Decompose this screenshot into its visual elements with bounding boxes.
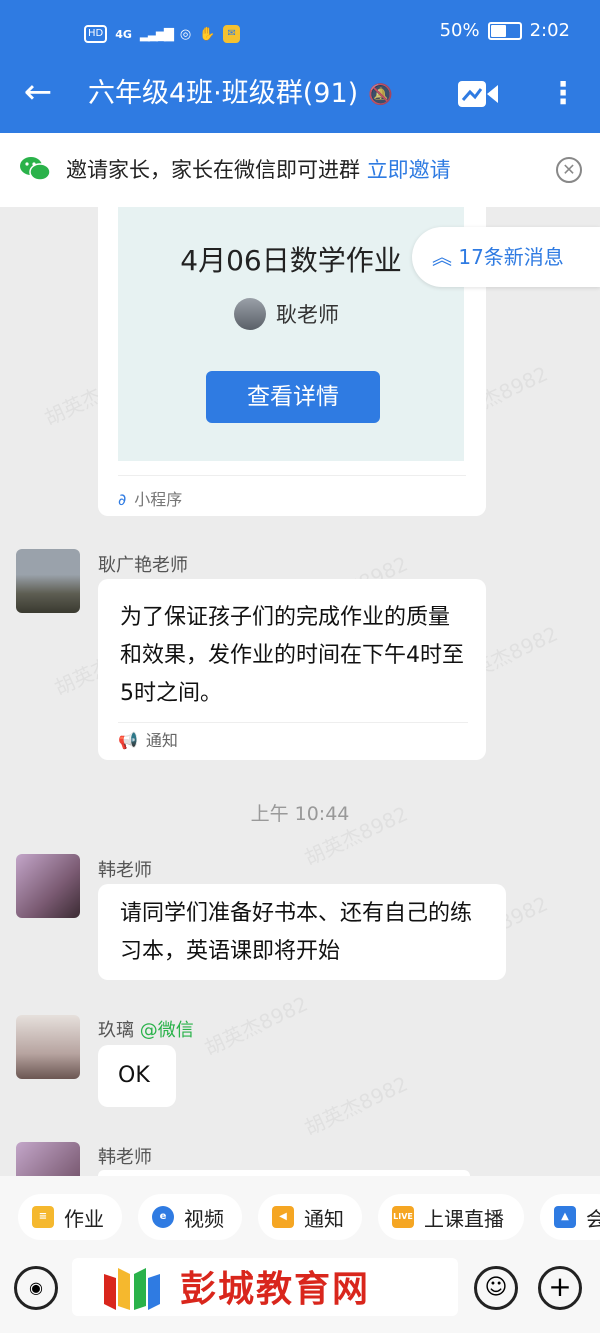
shortcut-label: 视频 bbox=[184, 1206, 224, 1231]
teacher-name: 耿老师 bbox=[276, 303, 339, 327]
status-bar-left: HD 4G ▂▃▅▇ ◎ ✋ ✉ bbox=[84, 22, 240, 46]
wechat-icon bbox=[20, 157, 50, 181]
close-icon[interactable]: ✕ bbox=[556, 157, 582, 183]
sender-name: 韩老师 bbox=[98, 1147, 152, 1168]
teacher-avatar bbox=[234, 298, 266, 330]
status-bar-right: 50% 2:02 bbox=[440, 20, 570, 41]
wechat-source-tag: @微信 bbox=[139, 1020, 194, 1041]
voice-input-icon[interactable]: ◉ bbox=[14, 1266, 58, 1310]
view-details-button[interactable]: 查看详情 bbox=[206, 371, 380, 423]
meeting-icon: ▲ bbox=[554, 1206, 576, 1228]
message-text: 为了保证孩子们的完成作业的质量和效果，发作业的时间在下午4时至5时之间。 bbox=[120, 605, 464, 706]
hd-badge: HD bbox=[84, 25, 108, 43]
battery-icon bbox=[487, 21, 522, 40]
shortcut-bar: ≡ 作业 e 视频 ◀ 通知 LIVE 上课直播 ▲ 会 bbox=[0, 1176, 600, 1258]
shortcut-notice[interactable]: ◀ 通知 bbox=[258, 1194, 362, 1240]
message-bubble[interactable]: 请同学们准备好书本、还有自己的练习本，英语课即将开始 bbox=[98, 884, 506, 980]
miniprogram-footer: ∂ 小程序 bbox=[118, 475, 466, 510]
message-text: 请同学们准备好书本、还有自己的练习本，英语课即将开始 bbox=[120, 901, 473, 964]
megaphone-icon: ◀ bbox=[272, 1206, 294, 1228]
time-divider: 上午 10:44 bbox=[250, 803, 350, 825]
shortcut-label: 作业 bbox=[64, 1206, 104, 1231]
video-camera-icon[interactable] bbox=[458, 81, 498, 107]
megaphone-icon: 📢 bbox=[118, 731, 138, 750]
shortcut-homework[interactable]: ≡ 作业 bbox=[18, 1194, 122, 1240]
video-icon: e bbox=[152, 1206, 174, 1228]
watermark: 胡英杰8982 bbox=[300, 1071, 412, 1141]
shortcut-label: 上课直播 bbox=[424, 1206, 504, 1231]
network-label: 4G bbox=[115, 27, 132, 41]
link-icon: ∂ bbox=[118, 490, 127, 509]
shortcut-label: 会 bbox=[586, 1206, 600, 1231]
new-messages-pill[interactable]: ︽ 17条新消息 bbox=[412, 227, 600, 287]
live-icon: LIVE bbox=[392, 1206, 414, 1228]
book-logo-icon bbox=[104, 1268, 160, 1310]
mail-icon: ✉ bbox=[223, 25, 240, 43]
miniprogram-preview: 4月06日数学作业 耿老师 查看详情 bbox=[118, 207, 464, 461]
message-bubble[interactable]: 为了保证孩子们的完成作业的质量和效果，发作业的时间在下午4时至5时之间。 📢 通知 bbox=[98, 579, 486, 760]
shortcut-live-class[interactable]: LIVE 上课直播 bbox=[378, 1194, 524, 1240]
message-bubble[interactable]: OK bbox=[98, 1045, 176, 1107]
battery-percent: 50% bbox=[439, 20, 480, 41]
site-logo-text: 彭城教育网 bbox=[180, 1268, 371, 1310]
watermark: 胡英杰8982 bbox=[200, 991, 312, 1061]
battery-level bbox=[490, 24, 506, 37]
shortcut-label: 通知 bbox=[304, 1206, 344, 1231]
back-arrow-icon[interactable]: ← bbox=[18, 72, 58, 112]
hotspot-icon: ◎ bbox=[179, 26, 192, 42]
bell-muted-icon: 🔕 bbox=[368, 82, 393, 106]
sender-name: 耿广艳老师 bbox=[98, 555, 188, 576]
invite-now-link[interactable]: 立即邀请 bbox=[367, 158, 451, 182]
avatar[interactable] bbox=[16, 1142, 80, 1176]
message-tag: 📢 通知 bbox=[118, 722, 468, 753]
homework-icon: ≡ bbox=[32, 1206, 54, 1228]
app-header: HD 4G ▂▃▅▇ ◎ ✋ ✉ 50% 2:02 ← 六年级4班·班级群(91… bbox=[0, 0, 600, 133]
notice-tag-label: 通知 bbox=[145, 731, 178, 750]
sender-name: 韩老师 bbox=[98, 860, 152, 881]
signal-icon: ▂▃▅▇ bbox=[139, 26, 174, 42]
avatar[interactable] bbox=[16, 854, 80, 918]
invite-text: 邀请家长，家长在微信即可进群 bbox=[66, 158, 360, 182]
shortcut-meeting[interactable]: ▲ 会 bbox=[540, 1194, 600, 1240]
sender-name: 玖璃 bbox=[98, 1020, 134, 1041]
more-vertical-icon[interactable]: ⋮ bbox=[548, 72, 578, 116]
clock: 2:02 bbox=[529, 20, 570, 41]
chevron-up-icon: ︽ bbox=[432, 245, 452, 269]
plus-icon[interactable]: + bbox=[538, 1266, 582, 1310]
message-text: OK bbox=[118, 1063, 150, 1088]
new-messages-label: 17条新消息 bbox=[458, 245, 564, 269]
avatar[interactable] bbox=[16, 1015, 80, 1079]
sender-name-row: 玖璃 @微信 bbox=[98, 1016, 194, 1042]
input-bar: ◉ 彭城教育网 ☺ + bbox=[0, 1258, 600, 1333]
shortcut-video[interactable]: e 视频 bbox=[138, 1194, 242, 1240]
miniprogram-label: 小程序 bbox=[134, 490, 183, 509]
chat-title: 六年级4班·班级群(91) bbox=[88, 78, 359, 109]
invite-banner: 邀请家长，家长在微信即可进群 立即邀请 ✕ bbox=[0, 133, 600, 207]
emoji-icon[interactable]: ☺ bbox=[474, 1266, 518, 1310]
hand-icon: ✋ bbox=[199, 26, 216, 42]
avatar[interactable] bbox=[16, 549, 80, 613]
